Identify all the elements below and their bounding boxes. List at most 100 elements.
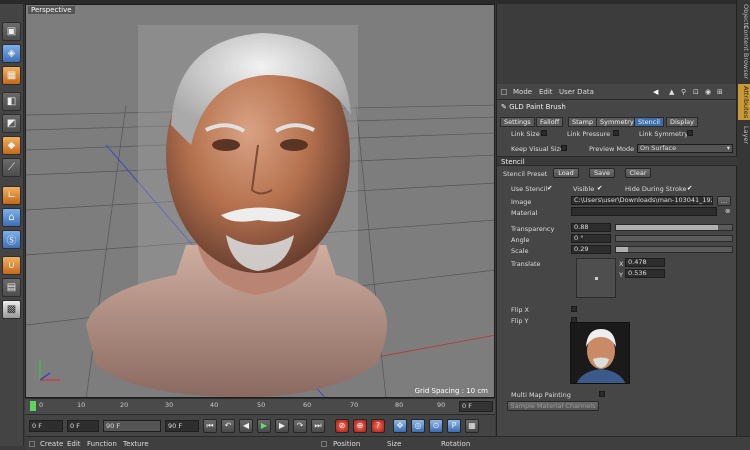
axis-gizmo xyxy=(39,360,60,381)
timeline-ruler[interactable]: 0 10 20 30 40 50 60 70 80 90 0 F xyxy=(25,398,495,414)
start-frame-field[interactable]: 0 F xyxy=(29,420,63,432)
translate-label: Translate xyxy=(511,260,541,268)
search-icon[interactable]: ⚲ xyxy=(681,88,686,96)
menu-function[interactable]: Function xyxy=(87,440,117,448)
translate-handle[interactable] xyxy=(595,277,598,280)
menu-create[interactable]: Create xyxy=(40,440,63,448)
param-key-icon[interactable]: P xyxy=(447,419,461,433)
cube-view-icon[interactable]: ▣ xyxy=(2,22,21,41)
translate-x-field[interactable]: 0.478 xyxy=(625,258,665,267)
link-symmetry-checkbox[interactable] xyxy=(687,130,693,136)
material-manager-icon xyxy=(29,441,35,447)
next-frame-icon[interactable]: ▶ xyxy=(275,419,289,433)
side-tab-objects[interactable]: Objects xyxy=(738,4,750,29)
grid-spacing-label: Grid Spacing : 10 cm xyxy=(414,387,488,395)
viewport-perspective[interactable]: Perspective Grid Spacing : 10 cm xyxy=(25,4,495,398)
target-icon[interactable]: ◉ xyxy=(705,88,711,96)
play-icon[interactable]: ▶ xyxy=(257,419,271,433)
tab-falloff[interactable]: Falloff xyxy=(536,117,564,127)
pla-key-icon[interactable]: ▦ xyxy=(465,419,479,433)
current-frame-field[interactable]: 0 F xyxy=(459,401,493,412)
browse-button[interactable]: … xyxy=(717,196,731,206)
tab-stencil[interactable]: Stencil xyxy=(634,117,664,127)
record-icon[interactable]: ⊘ xyxy=(335,419,349,433)
up-arrow-icon[interactable]: ▲ xyxy=(669,88,674,96)
attr-menu-user-data[interactable]: User Data xyxy=(559,88,594,96)
attr-menu-mode[interactable]: Mode xyxy=(513,88,532,96)
clear-button[interactable]: Clear xyxy=(625,168,651,178)
scale-field[interactable]: 0.29 xyxy=(571,245,611,254)
autokey-icon[interactable]: ⊕ xyxy=(353,419,367,433)
prev-key-icon[interactable]: ↶ xyxy=(221,419,235,433)
transport-controls: 0 F 0 F 90 F 90 F ⏮ ↶ ◀ ▶ ▶ ↷ ⏭ ⊘ ⊕ ? ✥ … xyxy=(25,414,495,436)
tab-symmetry[interactable]: Symmetry xyxy=(596,117,638,127)
snap-icon[interactable]: Ⓢ xyxy=(2,230,21,249)
menu-texture[interactable]: Texture xyxy=(123,440,149,448)
side-tab-attributes[interactable]: Attributes xyxy=(738,84,750,120)
transparency-field[interactable]: 0.88 xyxy=(571,223,611,232)
model-mode-icon[interactable]: ◈ xyxy=(2,44,21,63)
link-pressure-checkbox[interactable] xyxy=(613,130,619,136)
workplane-icon[interactable]: ▤ xyxy=(2,278,21,297)
tab-settings[interactable]: Settings xyxy=(500,117,535,127)
image-path-field[interactable]: C:\Users\user\Downloads\man-103041_1920. xyxy=(571,196,713,205)
lock-grid-icon[interactable]: ▩ xyxy=(2,300,21,319)
angle-field[interactable]: 0 ° xyxy=(571,234,611,243)
attr-menu-edit[interactable]: Edit xyxy=(539,88,553,96)
axis-icon[interactable]: ∟ xyxy=(2,186,21,205)
use-stencil-check-icon[interactable]: ✔ xyxy=(547,184,552,192)
edges-mode-icon[interactable]: ◩ xyxy=(2,114,21,133)
menu-edit[interactable]: Edit xyxy=(67,440,81,448)
scale-slider[interactable] xyxy=(615,246,733,253)
go-to-start-icon[interactable]: ⏮ xyxy=(203,419,217,433)
position-key-icon[interactable]: ✥ xyxy=(393,419,407,433)
material-clear-icon[interactable]: ⊗ xyxy=(725,207,730,215)
back-arrow-icon[interactable]: ◀ xyxy=(653,88,658,96)
sample-material-button[interactable]: Sample Material Channels xyxy=(507,401,599,411)
min-frame-field[interactable]: 0 F xyxy=(67,420,99,432)
flip-x-checkbox[interactable] xyxy=(571,306,577,312)
translate-y-field[interactable]: 0.536 xyxy=(625,269,665,278)
end-frame-field[interactable]: 90 F xyxy=(165,420,199,432)
stencil-section-header[interactable]: Stencil xyxy=(497,156,737,166)
link-size-checkbox[interactable] xyxy=(541,130,547,136)
object-manager-panel[interactable] xyxy=(496,4,736,84)
hide-during-stroke-check-icon[interactable]: ✔ xyxy=(687,184,692,192)
multi-map-checkbox[interactable] xyxy=(599,391,605,397)
translate-pad[interactable] xyxy=(576,258,616,298)
link-pressure-label: Link Pressure xyxy=(567,130,611,138)
visible-check-icon[interactable]: ✔ xyxy=(597,184,602,192)
save-button[interactable]: Save xyxy=(589,168,615,178)
new-panel-icon[interactable]: ⊞ xyxy=(717,88,723,96)
load-button[interactable]: Load xyxy=(553,168,579,178)
transparency-slider[interactable] xyxy=(615,224,733,231)
playhead[interactable] xyxy=(30,401,36,411)
polygons-mode-icon[interactable]: ◆ xyxy=(2,136,21,155)
tab-stamp[interactable]: Stamp xyxy=(568,117,598,127)
next-key-icon[interactable]: ↷ xyxy=(293,419,307,433)
lock-icon[interactable]: ⊡ xyxy=(693,88,699,96)
angle-slider[interactable] xyxy=(615,235,733,242)
material-field[interactable] xyxy=(571,207,717,216)
points-mode-icon[interactable]: ◧ xyxy=(2,92,21,111)
prev-frame-icon[interactable]: ◀ xyxy=(239,419,253,433)
magnet-icon[interactable]: ∪ xyxy=(2,256,21,275)
side-tab-content-browser[interactable]: Content Browser xyxy=(738,24,750,80)
go-to-end-icon[interactable]: ⏭ xyxy=(311,419,325,433)
coordinates-icon xyxy=(321,441,327,447)
coord-rotation: Rotation xyxy=(441,440,471,448)
brush-title-text: GLD Paint Brush xyxy=(509,103,566,111)
frame-range-bar[interactable]: 90 F xyxy=(103,420,161,432)
viewport-label[interactable]: Perspective xyxy=(28,6,75,14)
knife-icon[interactable]: ⟋ xyxy=(2,158,21,177)
rotation-key-icon[interactable]: ◎ xyxy=(411,419,425,433)
side-tab-layer[interactable]: Layer xyxy=(738,124,750,146)
mouse-icon[interactable]: ⌂ xyxy=(2,208,21,227)
preview-mode-select[interactable]: On Surface ▾ xyxy=(637,144,733,153)
keep-visual-size-checkbox[interactable] xyxy=(561,145,567,151)
scale-slider-fill xyxy=(616,247,628,252)
tab-display[interactable]: Display xyxy=(666,117,698,127)
texture-mode-icon[interactable]: ▦ xyxy=(2,66,21,85)
keyframe-selection-icon[interactable]: ? xyxy=(371,419,385,433)
scale-key-icon[interactable]: ⊙ xyxy=(429,419,443,433)
